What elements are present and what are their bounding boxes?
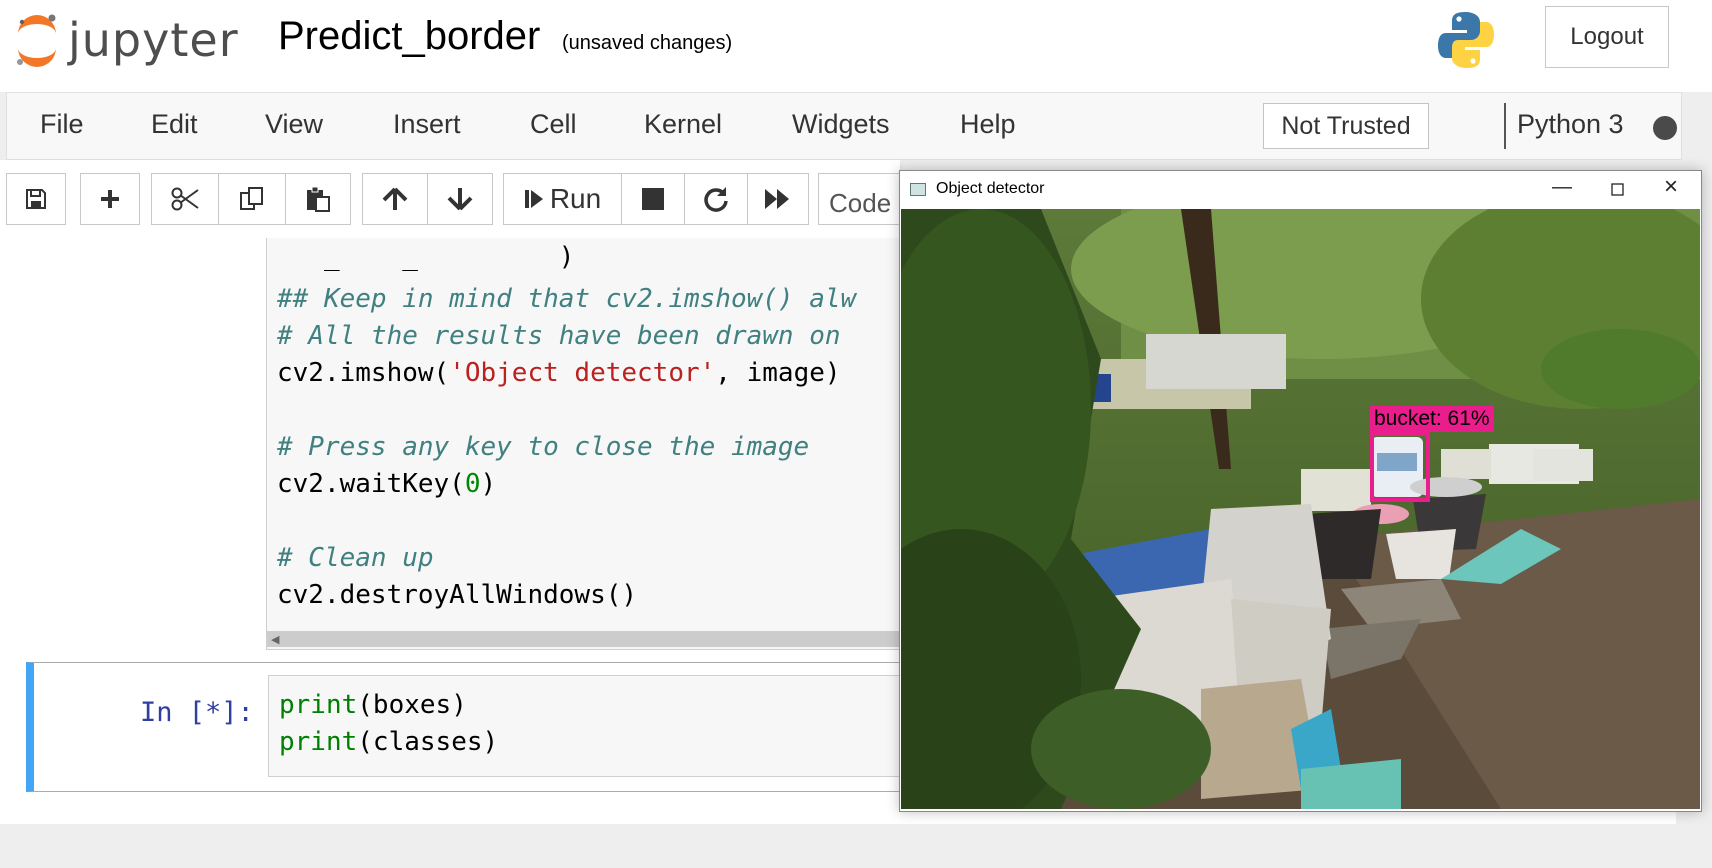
code-line: ## Keep in mind that cv2.imshow() alw: [277, 284, 857, 314]
code-cell-input[interactable]: print(boxes) print(classes): [268, 675, 1008, 777]
run-all-button[interactable]: [747, 173, 809, 225]
code-line: # Clean up: [277, 543, 434, 573]
detection-image: bucket: 61%: [901, 209, 1700, 809]
not-trusted-button[interactable]: Not Trusted: [1263, 103, 1429, 149]
paste-icon: [307, 186, 330, 212]
insert-cell-button[interactable]: [80, 173, 140, 225]
stop-icon: [642, 188, 664, 210]
jupyter-logo-text: jupyter: [68, 13, 239, 67]
interrupt-button[interactable]: [621, 173, 685, 225]
jupyter-logo[interactable]: jupyter: [14, 10, 239, 70]
arrow-down-icon: [447, 188, 473, 211]
code-line: cv2.waitKey(0): [277, 469, 496, 499]
run-button[interactable]: Run: [503, 173, 622, 225]
menu-kernel[interactable]: Kernel: [644, 109, 722, 140]
copy-button[interactable]: [218, 173, 286, 225]
kernel-name[interactable]: Python 3: [1517, 109, 1624, 140]
code-line: print(boxes): [279, 690, 467, 720]
jupyter-logo-icon: [17, 14, 56, 67]
move-down-button[interactable]: [427, 173, 493, 225]
step-forward-icon: [524, 190, 543, 208]
arrow-up-icon: [382, 187, 408, 210]
detection-label: bucket: 61%: [1370, 406, 1494, 432]
horizontal-scrollbar[interactable]: ◀: [267, 631, 907, 647]
maximize-icon[interactable]: [1611, 183, 1624, 196]
code-line-partial: _ _ ): [277, 242, 575, 272]
code-token: , image): [715, 358, 841, 388]
move-up-button[interactable]: [362, 173, 428, 225]
kernel-separator: [1504, 103, 1506, 149]
code-line: cv2.imshow('Object detector', image): [277, 358, 841, 388]
menu-cell[interactable]: Cell: [530, 109, 577, 140]
scroll-left-icon[interactable]: ◀: [271, 633, 279, 646]
code-line: cv2.destroyAllWindows(): [277, 580, 638, 610]
code-cell-input[interactable]: _ _ ) ## Keep in mind that cv2.imshow() …: [266, 238, 907, 650]
code-token: cv2.waitKey(: [277, 469, 465, 499]
plus-icon: [101, 190, 119, 208]
code-builtin: print: [279, 690, 358, 720]
code-line: # Press any key to close the image: [277, 432, 810, 462]
code-token: cv2.imshow(: [277, 358, 450, 388]
menu-file[interactable]: File: [40, 109, 84, 140]
header: jupyter Predict_border (unsaved changes)…: [0, 0, 1712, 92]
window-title: Object detector: [936, 180, 1045, 197]
fast-forward-icon: [765, 189, 789, 209]
code-token: (boxes): [357, 690, 467, 720]
restart-icon: [704, 187, 728, 212]
restart-button[interactable]: [684, 173, 748, 225]
code-string: 'Object detector': [449, 358, 716, 388]
cell-prompt: In [*]:: [140, 697, 254, 728]
window-app-icon: [910, 183, 926, 196]
code-number: 0: [464, 469, 481, 499]
menu-view[interactable]: View: [265, 109, 323, 140]
code-token: ): [480, 469, 497, 499]
close-icon[interactable]: ×: [1664, 173, 1678, 201]
run-label: Run: [549, 183, 602, 214]
code-line: # All the results have been drawn on: [277, 321, 841, 351]
menu-widgets[interactable]: Widgets: [792, 109, 890, 140]
code-builtin: print: [279, 727, 358, 757]
object-detector-window[interactable]: Object detector — × bucket: 61%: [899, 170, 1702, 812]
code-line: print(classes): [279, 727, 498, 757]
menu-edit[interactable]: Edit: [151, 109, 198, 140]
toolbar: Run Code: [0, 160, 918, 238]
garden-scene-image: [901, 209, 1700, 809]
selected-code-cell[interactable]: In [*]: print(boxes) print(classes): [26, 662, 1026, 792]
code-token: (classes): [357, 727, 499, 757]
notebook-title[interactable]: Predict_border: [278, 14, 540, 59]
copy-icon: [240, 187, 263, 210]
kernel-status-icon: [1653, 116, 1677, 140]
menu-help[interactable]: Help: [960, 109, 1016, 140]
detection-bounding-box: [1370, 432, 1430, 502]
scissors-icon: [171, 187, 199, 211]
menu-bar: File Edit View Insert Cell Kernel Widget…: [6, 92, 1682, 160]
minimize-icon[interactable]: —: [1552, 176, 1572, 199]
cut-button[interactable]: [151, 173, 219, 225]
logout-button[interactable]: Logout: [1545, 6, 1669, 68]
paste-button[interactable]: [285, 173, 351, 225]
floppy-disk-icon: [26, 189, 46, 209]
python-logo-icon: [1438, 12, 1494, 68]
save-status: (unsaved changes): [562, 32, 733, 54]
menu-insert[interactable]: Insert: [393, 109, 461, 140]
save-button[interactable]: [6, 173, 66, 225]
